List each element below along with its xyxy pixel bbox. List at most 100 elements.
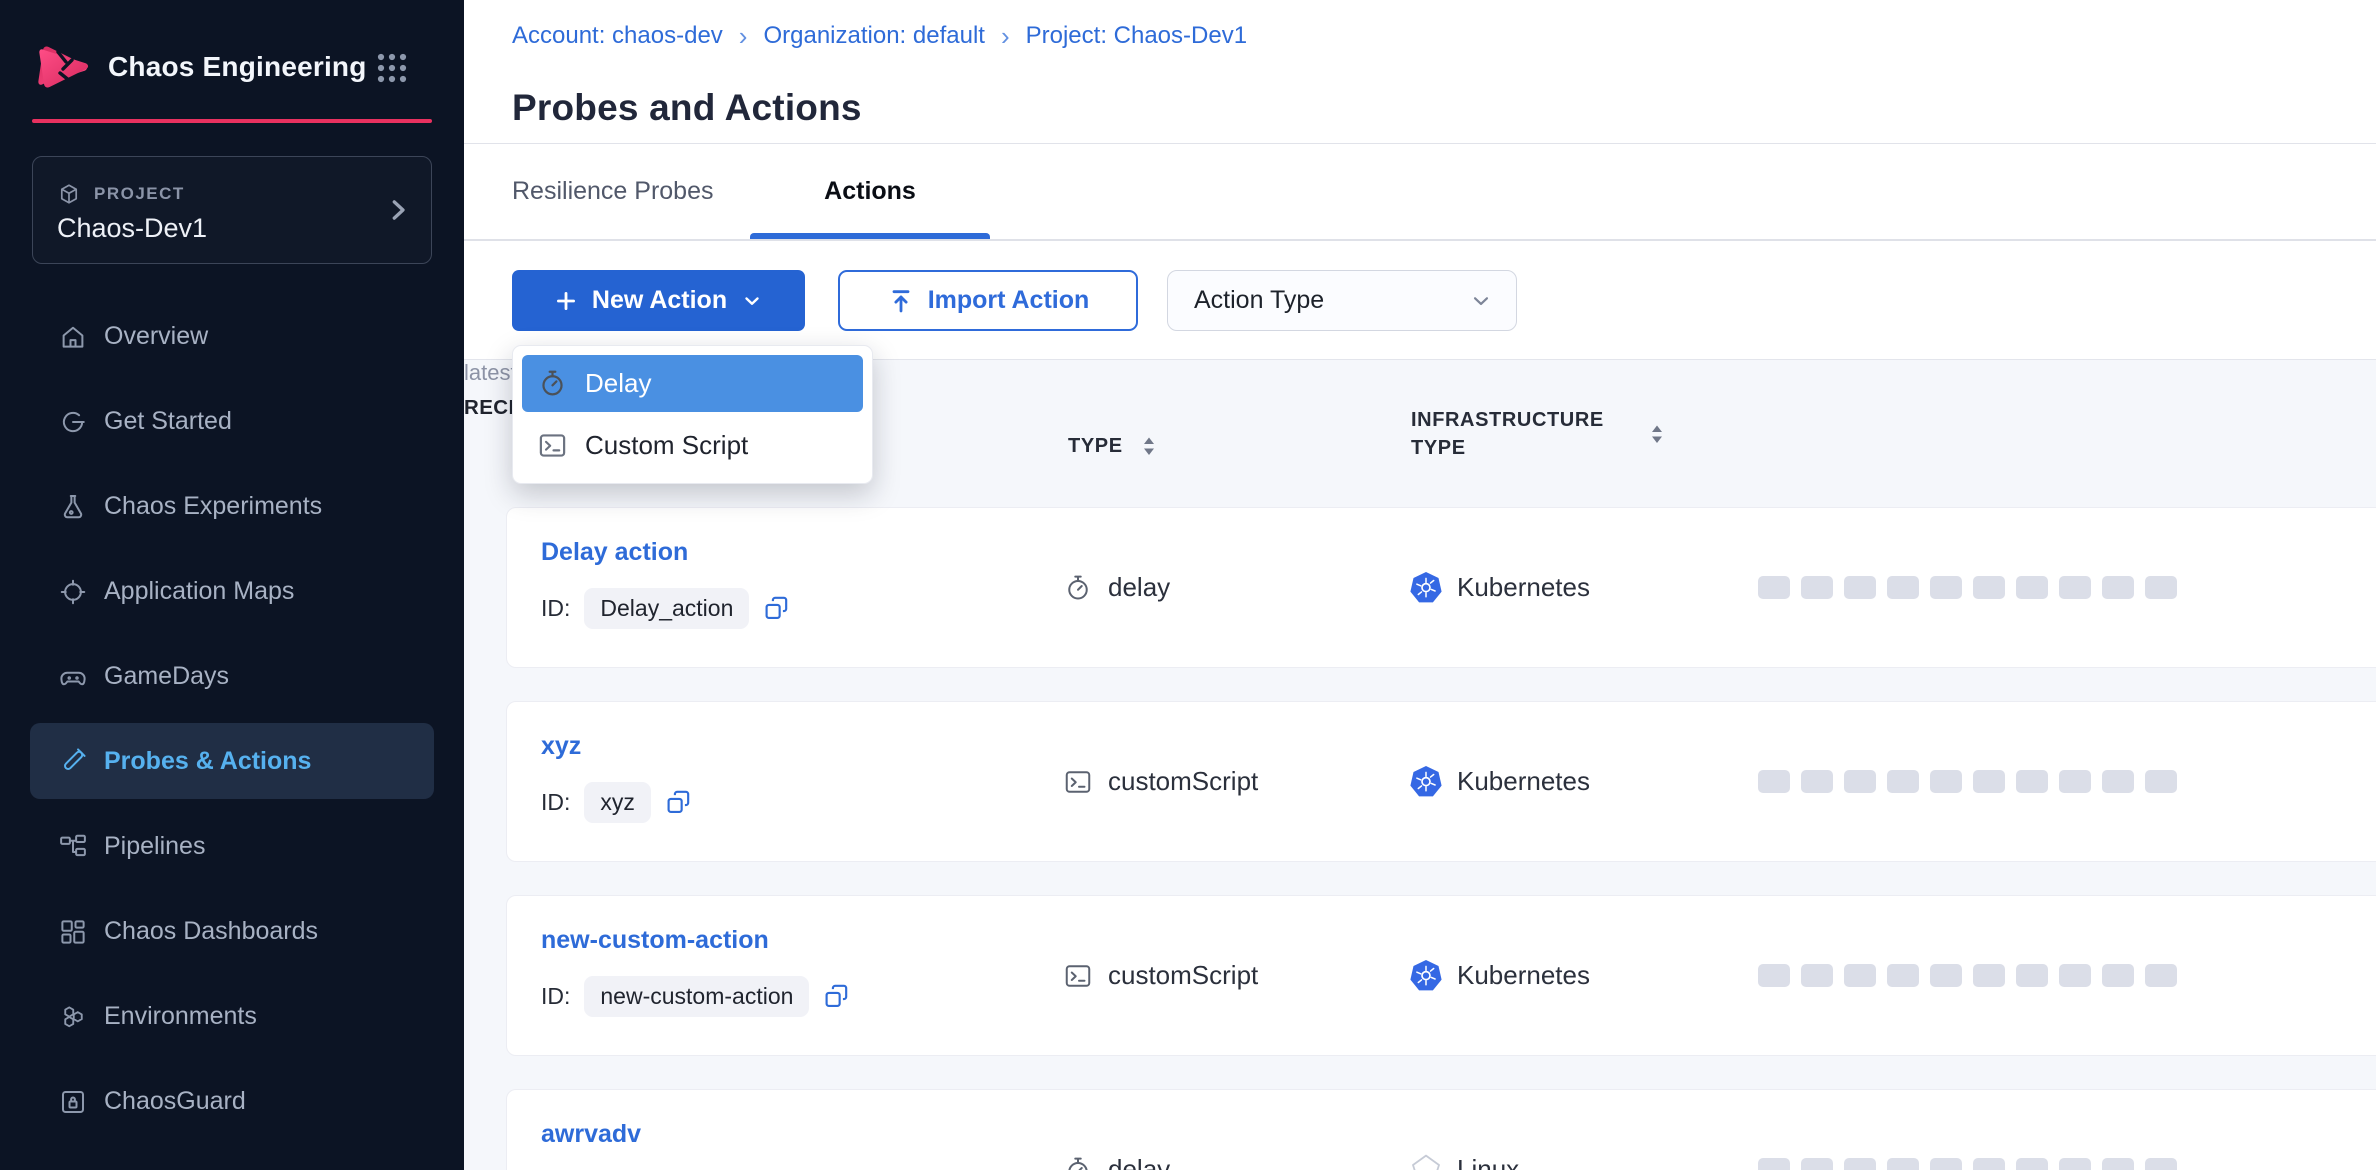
sort-icon[interactable] [1139, 434, 1159, 458]
action-name-link[interactable]: Delay action [541, 538, 688, 567]
result-placeholder [2016, 1158, 2048, 1170]
breadcrumb-account[interactable]: Account: chaos-dev [512, 22, 723, 50]
result-placeholder [2102, 770, 2134, 793]
result-placeholder [1887, 1158, 1919, 1170]
stopwatch-icon [537, 368, 568, 399]
breadcrumb-organization[interactable]: Organization: default [763, 22, 984, 50]
result-placeholder [2145, 576, 2177, 599]
menu-item-delay[interactable]: Delay [522, 355, 863, 412]
flask-icon [58, 492, 88, 522]
result-placeholder [1973, 964, 2005, 987]
sidebar-item-overview[interactable]: Overview [30, 294, 434, 379]
menu-item-custom-script[interactable]: Custom Script [522, 417, 863, 474]
sidebar-item-chaos-experiments[interactable]: Chaos Experiments [30, 464, 434, 549]
type-value: customScript [1108, 960, 1258, 991]
sidebar-item-pipelines[interactable]: Pipelines [30, 804, 434, 889]
type-value: delay [1108, 1154, 1170, 1170]
tab-resilience-probes[interactable]: Resilience Probes [512, 144, 750, 239]
action-name-link[interactable]: awrvadv [541, 1120, 641, 1149]
sidebar-item-environments[interactable]: Environments [30, 974, 434, 1059]
column-header-type[interactable]: TYPE [1068, 426, 1159, 466]
result-placeholder [1801, 576, 1833, 599]
pipeline-icon [58, 832, 88, 862]
copy-icon[interactable] [665, 789, 692, 816]
column-header-infrastructure-type[interactable]: INFRASTRUCTURE TYPE [1411, 406, 1667, 462]
infrastructure-cell: Kubernetes [1409, 702, 1590, 861]
app-grid-icon[interactable] [374, 50, 410, 86]
result-placeholder [1844, 576, 1876, 599]
tab-actions[interactable]: Actions [750, 144, 990, 239]
breadcrumb-separator: › [1001, 23, 1010, 49]
action-type-select[interactable]: Action Type [1167, 270, 1517, 331]
sidebar-item-label: Application Maps [104, 577, 294, 606]
execution-results-cell [1758, 1090, 2177, 1170]
sidebar-item-probes-actions[interactable]: Probes & Actions [30, 723, 434, 799]
copy-icon[interactable] [823, 983, 850, 1010]
result-placeholder [2016, 964, 2048, 987]
result-placeholder [1801, 964, 1833, 987]
tab-bar: Resilience Probes Actions [512, 144, 990, 239]
sidebar-item-chaos-dashboards[interactable]: Chaos Dashboards [30, 889, 434, 974]
result-placeholder [2102, 576, 2134, 599]
table-row[interactable]: xyz ID: xyz customScript Kubernetes [506, 701, 2376, 862]
action-name-link[interactable]: new-custom-action [541, 926, 769, 955]
new-action-label: New Action [592, 286, 727, 315]
sidebar-item-get-started[interactable]: Get Started [30, 379, 434, 464]
harness-chaos-logo [38, 40, 92, 94]
sidebar: Chaos Engineering PROJECT Chaos-Dev1 [0, 0, 464, 1170]
sidebar-nav: Overview Get Started Chaos Experiments A… [0, 294, 464, 1144]
result-placeholder [2059, 576, 2091, 599]
target-icon [58, 577, 88, 607]
infrastructure-cell: Kubernetes [1409, 896, 1590, 1055]
sidebar-item-label: Environments [104, 1002, 257, 1031]
result-placeholder [1930, 576, 1962, 599]
breadcrumb-project[interactable]: Project: Chaos-Dev1 [1026, 22, 1247, 50]
result-placeholder [1758, 770, 1790, 793]
lock-icon [58, 1087, 88, 1117]
infrastructure-header-label: INFRASTRUCTURE TYPE [1411, 406, 1631, 462]
result-placeholder [1930, 770, 1962, 793]
result-placeholder [2145, 1158, 2177, 1170]
sidebar-item-chaosguard[interactable]: ChaosGuard [30, 1059, 434, 1144]
get-started-icon [58, 407, 88, 437]
type-header-label: TYPE [1068, 435, 1123, 458]
cube-icon [57, 182, 81, 206]
result-placeholder [1887, 770, 1919, 793]
import-action-button[interactable]: Import Action [838, 270, 1138, 331]
result-placeholder [1758, 1158, 1790, 1170]
copy-icon[interactable] [763, 595, 790, 622]
sidebar-item-label: ChaosGuard [104, 1087, 246, 1116]
result-placeholder [1801, 770, 1833, 793]
result-placeholder [1844, 964, 1876, 987]
breadcrumb: Account: chaos-dev › Organization: defau… [512, 22, 1247, 50]
table-row[interactable]: Delay action ID: Delay_action delay Kube… [506, 507, 2376, 668]
project-selector[interactable]: PROJECT Chaos-Dev1 [32, 156, 432, 264]
result-placeholder [2059, 1158, 2091, 1170]
action-type-value: Action Type [1194, 286, 1324, 315]
sidebar-item-gamedays[interactable]: GameDays [30, 634, 434, 719]
project-label: PROJECT [94, 184, 185, 204]
result-placeholder [1887, 576, 1919, 599]
sidebar-item-label: Pipelines [104, 832, 205, 861]
kubernetes-icon [1409, 571, 1443, 605]
new-action-button[interactable]: New Action [512, 270, 805, 331]
table-row[interactable]: new-custom-action ID: new-custom-action … [506, 895, 2376, 1056]
terminal-icon [1063, 767, 1093, 797]
sort-icon[interactable] [1647, 422, 1667, 446]
type-cell: customScript [1063, 896, 1258, 1055]
chevron-down-icon [1468, 288, 1494, 314]
result-placeholder [1887, 964, 1919, 987]
sidebar-item-application-maps[interactable]: Application Maps [30, 549, 434, 634]
action-name-link[interactable]: xyz [541, 732, 581, 761]
tabs-divider [464, 239, 2376, 241]
type-value: delay [1108, 572, 1170, 603]
table-row[interactable]: awrvadv delay Linux [506, 1089, 2376, 1170]
project-name: Chaos-Dev1 [57, 213, 207, 244]
terminal-icon [537, 430, 568, 461]
stopwatch-icon [1063, 1155, 1093, 1170]
action-id-badge: Delay_action [584, 588, 749, 629]
execution-results-cell [1758, 702, 2177, 861]
result-placeholder [1844, 1158, 1876, 1170]
test-tube-icon [58, 746, 88, 776]
result-placeholder [1758, 964, 1790, 987]
